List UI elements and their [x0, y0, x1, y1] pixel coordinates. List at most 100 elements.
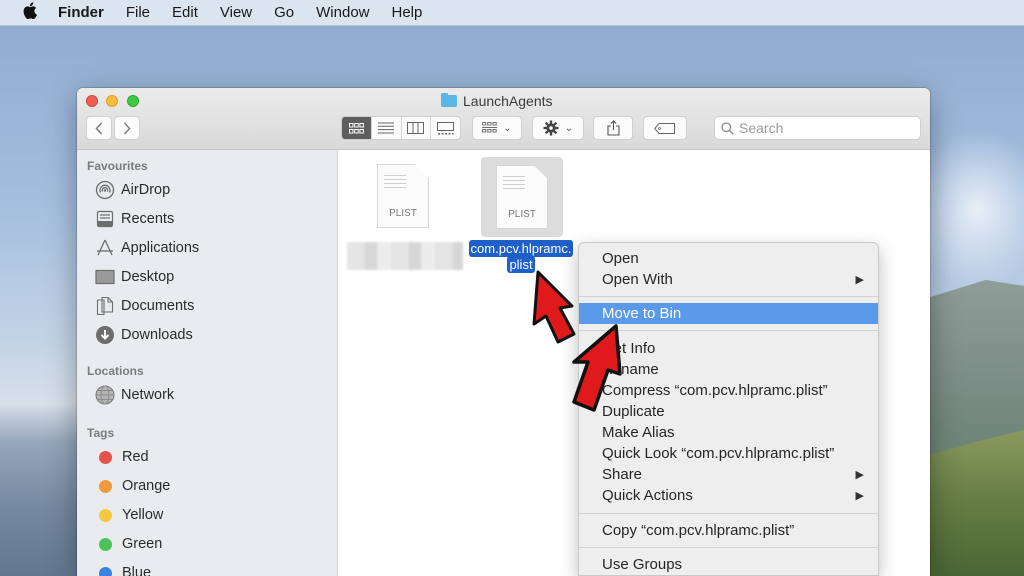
menu-item-label: Open With [602, 271, 673, 288]
menu-item-share[interactable]: Share ▶ [579, 464, 878, 485]
share-icon [606, 120, 620, 136]
sidebar-item-network[interactable]: Network [95, 384, 174, 406]
share-button[interactable] [593, 116, 633, 140]
sidebar-item-label: Applications [121, 240, 200, 256]
menu-go[interactable]: Go [274, 4, 294, 21]
zoom-window-button[interactable] [127, 95, 139, 107]
group-by-button[interactable]: ⌄ [472, 116, 522, 140]
sidebar-header-favourites: Favourites [87, 159, 148, 173]
desktop-wallpaper-cloud [930, 130, 1024, 290]
sidebar-tag-blue[interactable]: Blue [95, 562, 151, 576]
menu-item-label: Quick Look “com.pcv.hlpramc.plist” [602, 445, 835, 462]
menu-window[interactable]: Window [316, 4, 369, 21]
menu-item-quick-actions[interactable]: Quick Actions ▶ [579, 485, 878, 506]
sidebar-item-recents[interactable]: Recents [95, 208, 174, 230]
sidebar-item-applications[interactable]: Applications [95, 237, 199, 259]
chevron-right-icon [123, 122, 131, 134]
close-window-button[interactable] [86, 95, 98, 107]
desktop-icon [95, 267, 115, 287]
tag-icon [654, 122, 675, 134]
tag-color-dot-icon [99, 508, 112, 522]
menu-bar: Finder File Edit View Go Window Help [0, 0, 1024, 26]
recents-icon [95, 209, 115, 229]
search-icon [721, 121, 734, 135]
file-type-label: PLIST [508, 209, 536, 220]
menu-item-copy[interactable]: Copy “com.pcv.hlpramc.plist” [579, 520, 878, 541]
sidebar-item-documents[interactable]: Documents [95, 295, 194, 317]
sidebar-tag-green[interactable]: Green [95, 533, 162, 555]
desktop-wallpaper-hill [928, 430, 1024, 576]
documents-icon [95, 296, 115, 316]
menu-edit[interactable]: Edit [172, 4, 198, 21]
menu-item-make-alias[interactable]: Make Alias [579, 422, 878, 443]
apple-menu-icon[interactable] [20, 1, 40, 24]
view-mode-segmented-control [341, 116, 461, 140]
column-view-icon [407, 122, 425, 134]
sidebar-item-label: Downloads [121, 327, 193, 343]
file-type-label: PLIST [389, 208, 417, 219]
edit-tags-button[interactable] [643, 116, 687, 140]
minimize-window-button[interactable] [106, 95, 118, 107]
menu-separator [579, 547, 878, 548]
downloads-icon [95, 325, 115, 345]
sidebar-tag-orange[interactable]: Orange [95, 475, 170, 497]
action-menu-button[interactable]: ⌄ [532, 116, 584, 140]
menu-item-use-groups[interactable]: Use Groups [579, 554, 878, 575]
plist-document-icon: PLIST [377, 164, 429, 228]
menu-separator [579, 513, 878, 514]
sidebar-item-desktop[interactable]: Desktop [95, 266, 174, 288]
menu-item-label: Use Groups [602, 556, 683, 573]
sidebar-item-label: Documents [121, 298, 195, 314]
sidebar-item-label: Red [122, 449, 149, 465]
chevron-down-icon: ⌄ [564, 122, 574, 134]
menu-item-label: Quick Actions [602, 487, 693, 504]
tag-color-dot-icon [99, 479, 112, 493]
search-input[interactable] [739, 120, 909, 136]
network-icon [95, 385, 115, 405]
forward-button[interactable] [114, 116, 140, 140]
menu-item-move-to-bin[interactable]: Move to Bin [579, 303, 878, 324]
icon-view-button[interactable] [342, 117, 372, 139]
gallery-view-icon [437, 121, 455, 134]
folder-icon [441, 93, 457, 107]
submenu-arrow-icon: ▶ [855, 469, 864, 481]
menu-view[interactable]: View [220, 4, 252, 21]
sidebar-item-downloads[interactable]: Downloads [95, 324, 193, 346]
sidebar-item-airdrop[interactable]: AirDrop [95, 179, 170, 201]
sidebar-tag-red[interactable]: Red [95, 446, 149, 468]
menu-file[interactable]: File [126, 4, 150, 21]
column-view-button[interactable] [402, 117, 432, 139]
chevron-down-icon: ⌄ [503, 122, 512, 134]
sidebar-header-locations: Locations [87, 364, 144, 378]
sidebar-item-label: Desktop [121, 269, 175, 285]
group-by-icon [482, 122, 498, 133]
window-title: LaunchAgents [441, 92, 553, 110]
back-button[interactable] [86, 116, 112, 140]
list-view-icon [378, 122, 395, 134]
file-item[interactable]: PLIST [347, 156, 463, 270]
file-thumbnail: PLIST [481, 157, 563, 237]
file-name-line1: com.pcv.hlpramc. [468, 240, 574, 257]
submenu-arrow-icon: ▶ [855, 274, 864, 286]
plist-document-icon: PLIST [496, 165, 548, 229]
menu-item-open[interactable]: Open [579, 248, 878, 269]
menu-finder[interactable]: Finder [58, 4, 104, 21]
sidebar-header-tags: Tags [87, 426, 115, 440]
menu-item-quick-look[interactable]: Quick Look “com.pcv.hlpramc.plist” [579, 443, 878, 464]
menu-item-label: Copy “com.pcv.hlpramc.plist” [602, 522, 795, 539]
icon-view-icon [348, 122, 364, 133]
menu-item-open-with[interactable]: Open With ▶ [579, 269, 878, 290]
chevron-left-icon [95, 122, 103, 134]
sidebar-tag-yellow[interactable]: Yellow [95, 504, 163, 526]
sidebar-item-label: Recents [121, 211, 175, 227]
search-field[interactable] [714, 116, 921, 140]
sidebar-item-label: Network [121, 387, 175, 403]
menu-item-label: Move to Bin [602, 305, 682, 322]
applications-icon [95, 238, 115, 258]
window-titlebar: LaunchAgents ⌄ ⌄ Search [77, 88, 930, 150]
sidebar-item-label: Orange [122, 478, 171, 494]
menu-help[interactable]: Help [392, 4, 423, 21]
gallery-view-button[interactable] [431, 117, 460, 139]
file-item-selected[interactable]: PLIST com.pcv.hlpramc. plist [468, 157, 574, 273]
list-view-button[interactable] [372, 117, 402, 139]
